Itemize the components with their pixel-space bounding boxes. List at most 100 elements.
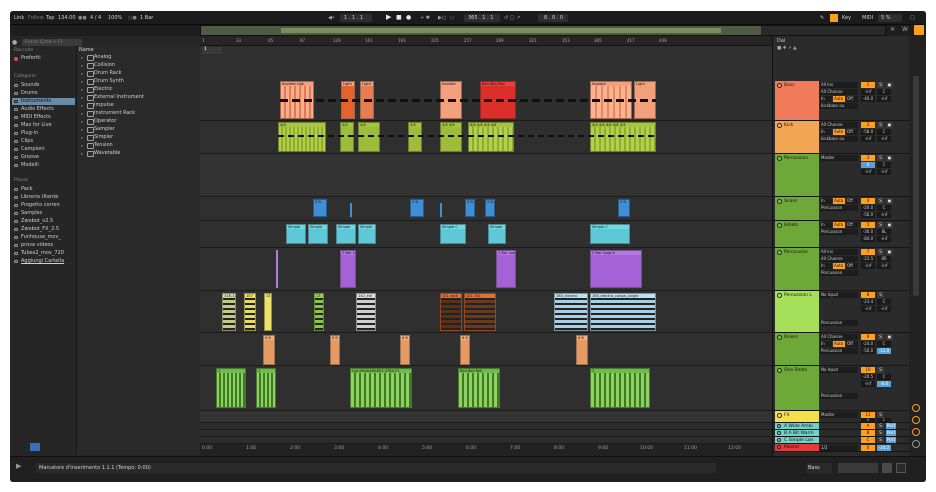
- item-wavetable[interactable]: Wavetable: [78, 150, 120, 157]
- post-button[interactable]: Post: [886, 430, 896, 436]
- clip[interactable]: 2 Bar Loop.b: [590, 250, 642, 288]
- activator-icon[interactable]: [777, 368, 782, 373]
- solo-button[interactable]: S: [877, 292, 884, 298]
- track-title-bar[interactable]: A Wide Ambi: [775, 423, 819, 429]
- send-a[interactable]: -inf: [861, 306, 875, 312]
- place-user-library[interactable]: Libreria Utente: [12, 194, 75, 201]
- item-analog[interactable]: Analog: [78, 54, 111, 61]
- arm-button[interactable]: ●: [886, 249, 893, 255]
- input-channel-select[interactable]: All Channe: [820, 256, 858, 262]
- clip[interactable]: 160_electro: [554, 293, 588, 331]
- item-external-instrument[interactable]: External Instrument: [78, 94, 144, 101]
- pan-value[interactable]: C: [877, 129, 891, 135]
- activator-icon[interactable]: [777, 223, 782, 228]
- lane-percussion[interactable]: 2 Bar Loop 2 Bar Loop 2 Bar Loop.b: [200, 248, 772, 291]
- solo-button[interactable]: S: [877, 198, 884, 204]
- selected-track-controls[interactable]: [838, 463, 878, 473]
- track-number[interactable]: 2: [861, 122, 875, 128]
- arrangement-overview[interactable]: [200, 25, 886, 36]
- monitor-off[interactable]: Off: [846, 198, 858, 204]
- track-bass[interactable]: Bass All Ins All Channe In Auto Off kick…: [773, 81, 910, 121]
- item-simpler[interactable]: Simpler: [78, 134, 113, 141]
- output-select[interactable]: Percussion: [820, 348, 858, 354]
- track-title-bar[interactable]: FX: [775, 411, 819, 422]
- menu-icon[interactable]: [914, 25, 924, 35]
- input-channel-select[interactable]: All Channe: [820, 89, 858, 95]
- output-select[interactable]: Master: [820, 412, 858, 418]
- favorites-item[interactable]: Preferiti: [12, 55, 75, 62]
- monitor-in[interactable]: In: [820, 222, 832, 228]
- output-select[interactable]: Percussion: [820, 320, 858, 326]
- clip[interactable]: 2 N: [465, 199, 475, 217]
- send-a[interactable]: -inf: [861, 263, 875, 269]
- activator-icon[interactable]: [777, 156, 782, 161]
- track-title-bar[interactable]: Bass: [775, 81, 819, 120]
- clip[interactable]: 6 B: [400, 335, 410, 365]
- link-button[interactable]: Link: [14, 15, 24, 21]
- monitor-off[interactable]: Off: [846, 222, 858, 228]
- metronome-icon[interactable]: ●●: [78, 15, 87, 21]
- clip[interactable]: 1: [216, 368, 246, 408]
- preview-button[interactable]: [30, 443, 40, 451]
- arm-button[interactable]: ●: [886, 155, 893, 161]
- clip[interactable]: 4/4: [278, 122, 326, 152]
- volume-value[interactable]: -20.5: [861, 374, 875, 380]
- input-type-select[interactable]: All Ins: [820, 249, 858, 255]
- clip[interactable]: 4/4 4/4: [440, 122, 462, 152]
- tempo-field[interactable]: 134.00: [58, 15, 76, 21]
- volume-value[interactable]: 0: [861, 162, 875, 168]
- close-icon[interactable]: ✕: [890, 26, 898, 34]
- track-number[interactable]: 3: [861, 155, 875, 161]
- time-ruler[interactable]: 0:00 1:00 2:00 3:00 4:00 5:00 6:00 7:00 …: [200, 444, 772, 456]
- pan-value[interactable]: C: [877, 205, 891, 211]
- solo-button[interactable]: S: [877, 155, 884, 161]
- activator-icon[interactable]: [777, 438, 781, 442]
- clip[interactable]: 4/4: [358, 122, 380, 152]
- track-number[interactable]: 5: [861, 222, 875, 228]
- clip[interactable]: 6 B: [263, 335, 275, 365]
- clip[interactable]: 157: [244, 293, 256, 331]
- pan-value[interactable]: 8R: [877, 256, 891, 262]
- category-max-for-live[interactable]: Max for Live: [12, 122, 75, 129]
- track-hihats[interactable]: Hihats In Auto Off Percussion 5 S ● -30.…: [773, 221, 910, 248]
- clip[interactable]: 118_1: [222, 293, 236, 331]
- solo-button[interactable]: S: [877, 249, 884, 255]
- item-tension[interactable]: Tension: [78, 142, 113, 149]
- clip[interactable]: 6 B: [576, 335, 588, 365]
- clip[interactable]: 2 N: [618, 199, 630, 217]
- track-number[interactable]: 10: [861, 367, 875, 373]
- place-prove-videos[interactable]: prove videos: [12, 242, 75, 249]
- volume-value[interactable]: -58.0: [861, 129, 875, 135]
- send-b[interactable]: -inf: [877, 263, 891, 269]
- pan-value[interactable]: C: [877, 341, 891, 347]
- solo-button[interactable]: S: [877, 430, 884, 436]
- track-title-bar[interactable]: Percussion L: [775, 291, 819, 332]
- pan-value[interactable]: C: [877, 162, 891, 168]
- arm-button[interactable]: ●: [886, 334, 893, 340]
- send-b[interactable]: -inf: [877, 236, 891, 242]
- track-title-bar[interactable]: Kick: [775, 121, 819, 153]
- monitor-auto[interactable]: Auto: [833, 341, 845, 347]
- send-b[interactable]: -inf: [877, 136, 891, 142]
- solo-button[interactable]: S: [877, 122, 884, 128]
- track-title-bar[interactable]: Percussion: [775, 154, 819, 196]
- lane-percussion-loop[interactable]: 118_1 157 13 13 142_ele 141 rock 141 141…: [200, 291, 772, 333]
- lane-hihats[interactable]: Simple Simple Simple Simple Simple C Sim…: [200, 221, 772, 248]
- send-b[interactable]: -inf: [877, 306, 891, 312]
- lane-one-shots[interactable]: 1 1 Cgf 6M4AAKKKE3 XTRA F1 Bell Bell Bel…: [200, 366, 772, 411]
- place-zwobot-fx[interactable]: Zwobot_FX_2.5: [12, 226, 75, 233]
- clip[interactable]: 2 N: [410, 199, 424, 217]
- category-plugins[interactable]: Plug-in: [12, 130, 75, 137]
- key-map-button[interactable]: Key: [842, 15, 851, 21]
- volume-value[interactable]: -30.0: [861, 229, 875, 235]
- solo-button[interactable]: S: [877, 437, 884, 443]
- loop-icon[interactable]: ↺ □ ↗: [504, 15, 520, 21]
- clip[interactable]: Simple: [336, 224, 356, 244]
- output-select[interactable]: Percussion: [820, 205, 858, 211]
- category-midi-effects[interactable]: MIDI Effects: [12, 114, 75, 121]
- track-title-bar[interactable]: B A Bit Warm: [775, 430, 819, 436]
- send-a[interactable]: -50.0: [861, 348, 875, 354]
- clip[interactable]: 13: [314, 293, 324, 331]
- monitor-off[interactable]: Off: [846, 96, 858, 102]
- input-type-select[interactable]: All Channe: [820, 334, 858, 340]
